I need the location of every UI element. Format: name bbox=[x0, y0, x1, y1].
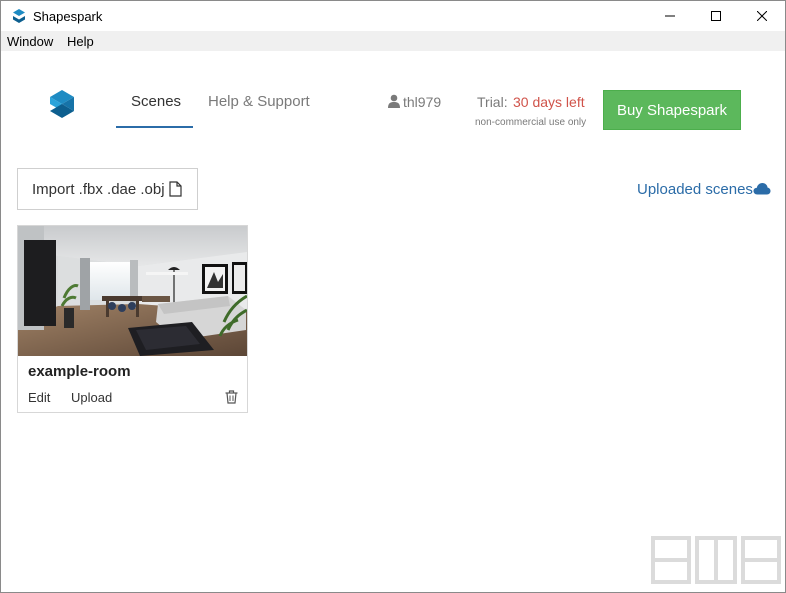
file-icon bbox=[168, 181, 182, 197]
cloud-icon[interactable] bbox=[753, 182, 771, 195]
menu-window[interactable]: Window bbox=[7, 34, 53, 49]
scene-card[interactable]: example-room Edit Upload bbox=[17, 225, 248, 413]
buy-shapespark-button[interactable]: Buy Shapespark bbox=[603, 90, 741, 130]
scene-thumbnail[interactable] bbox=[18, 226, 247, 356]
tab-help-support[interactable]: Help & Support bbox=[208, 93, 310, 110]
tab-scenes[interactable]: Scenes bbox=[131, 93, 181, 110]
minimize-icon bbox=[665, 15, 675, 17]
menu-help[interactable]: Help bbox=[67, 34, 94, 49]
trash-icon[interactable] bbox=[225, 390, 238, 404]
username[interactable]: thl979 bbox=[403, 94, 441, 110]
trial-note: non-commercial use only bbox=[475, 117, 587, 128]
app-icon bbox=[13, 9, 25, 23]
maximize-icon bbox=[711, 11, 721, 21]
uploaded-scenes-link[interactable]: Uploaded scenes bbox=[637, 181, 753, 198]
scene-name: example-room bbox=[28, 363, 131, 380]
window-title: Shapespark bbox=[33, 9, 103, 24]
minimize-button[interactable] bbox=[647, 1, 693, 31]
title-bar[interactable]: Shapespark bbox=[1, 1, 785, 31]
shapespark-logo-icon[interactable] bbox=[48, 89, 76, 119]
close-icon bbox=[757, 11, 767, 21]
active-tab-indicator bbox=[116, 126, 193, 128]
import-button[interactable]: Import .fbx .dae .obj bbox=[17, 168, 198, 210]
import-button-label: Import .fbx .dae .obj bbox=[32, 180, 165, 198]
close-button[interactable] bbox=[739, 1, 785, 31]
maximize-button[interactable] bbox=[693, 1, 739, 31]
trial-label: Trial: bbox=[477, 94, 508, 110]
trial-days-left: 30 days left bbox=[513, 94, 585, 110]
watermark-logo bbox=[651, 536, 781, 584]
app-window: Shapespark Window Help Scenes Help & Sup… bbox=[0, 0, 786, 593]
user-icon bbox=[388, 94, 400, 108]
scene-edit-link[interactable]: Edit bbox=[28, 390, 50, 405]
scene-upload-link[interactable]: Upload bbox=[71, 390, 112, 405]
menu-bar: Window Help bbox=[1, 31, 785, 51]
